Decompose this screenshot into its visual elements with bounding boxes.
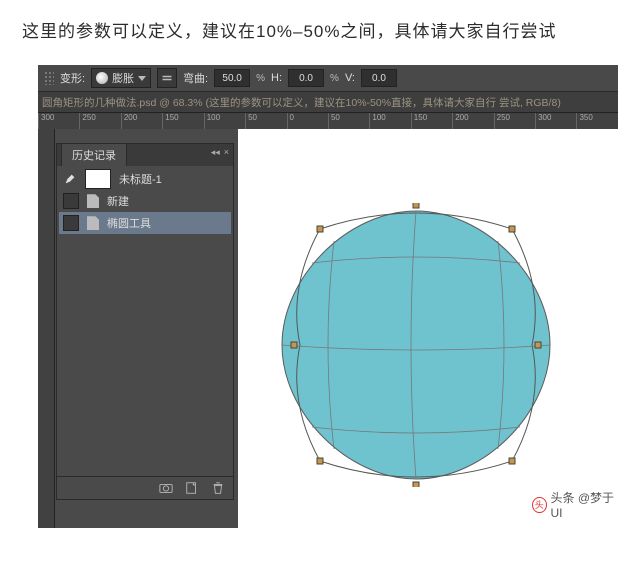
history-step-ellipse[interactable]: 椭圆工具 — [59, 212, 231, 234]
close-icon[interactable]: × — [224, 147, 229, 158]
source-attribution: 头 头条 @梦于UI — [532, 489, 618, 520]
grip-icon — [44, 71, 54, 85]
source-handle: 头条 @梦于UI — [551, 489, 618, 520]
trash-icon[interactable] — [211, 481, 225, 495]
bend-input[interactable]: 50.0 — [214, 69, 250, 87]
bend-label: 弯曲: — [183, 70, 208, 86]
history-step-label: 新建 — [107, 193, 129, 209]
panel-tabbar: 历史记录 ◂◂ × — [57, 144, 233, 166]
history-tab[interactable]: 历史记录 — [61, 143, 127, 166]
warp-transform-shape[interactable] — [274, 203, 558, 487]
warp-mode-dropdown[interactable]: 膨胀 — [91, 68, 151, 88]
h-input[interactable]: 0.0 — [288, 69, 324, 87]
history-step-label: 椭圆工具 — [107, 215, 151, 231]
new-snapshot-icon[interactable] — [185, 481, 199, 495]
snapshot-thumb — [85, 169, 111, 189]
warp-mode-icon — [96, 72, 108, 84]
snapshot-label: 未标题-1 — [119, 171, 162, 187]
collapse-icon[interactable]: ◂◂ — [211, 147, 220, 158]
v-label: V: — [345, 72, 355, 84]
history-list: 未标题-1 新建 椭圆工具 — [57, 166, 233, 236]
document-tab[interactable]: 圆角矩形的几种做法.psd @ 68.3% (这里的参数可以定义，建议在10%-… — [38, 92, 618, 112]
camera-icon[interactable] — [159, 481, 173, 495]
document-icon — [87, 216, 99, 230]
ruler-vertical — [38, 129, 55, 528]
history-snapshot[interactable]: 未标题-1 — [59, 168, 231, 190]
left-column: 历史记录 ◂◂ × 未标题-1 新建 — [38, 129, 238, 528]
warp-label: 变形: — [60, 70, 85, 86]
ps-top-chrome: 变形: 膨胀 弯曲: 50.0 % H: 0.0 % V: 0.0 圆角矩形的几… — [38, 65, 618, 129]
options-bar: 变形: 膨胀 弯曲: 50.0 % H: 0.0 % V: 0.0 — [38, 65, 618, 92]
caption-text: 这里的参数可以定义，建议在10%–50%之间，具体请大家自行尝试 — [0, 0, 640, 55]
panel-footer — [57, 476, 233, 499]
panel-spacer — [57, 236, 233, 476]
ellipse-shape — [282, 211, 550, 479]
toutiao-logo-icon: 头 — [532, 497, 547, 513]
history-brush-icon — [63, 172, 77, 186]
history-slot-icon — [63, 215, 79, 231]
warp-mode-value: 膨胀 — [112, 70, 134, 86]
pct-1: % — [256, 73, 265, 84]
canvas[interactable] — [238, 129, 618, 528]
h-label: H: — [271, 72, 282, 84]
chevron-down-icon — [138, 76, 146, 81]
pct-2: % — [330, 73, 339, 84]
history-panel: 历史记录 ◂◂ × 未标题-1 新建 — [56, 143, 234, 500]
orientation-button[interactable] — [157, 68, 177, 88]
document-icon — [87, 194, 99, 208]
history-step-new[interactable]: 新建 — [59, 190, 231, 212]
history-slot-icon — [63, 193, 79, 209]
v-input[interactable]: 0.0 — [361, 69, 397, 87]
screenshot-frame: 变形: 膨胀 弯曲: 50.0 % H: 0.0 % V: 0.0 圆角矩形的几… — [22, 65, 618, 528]
